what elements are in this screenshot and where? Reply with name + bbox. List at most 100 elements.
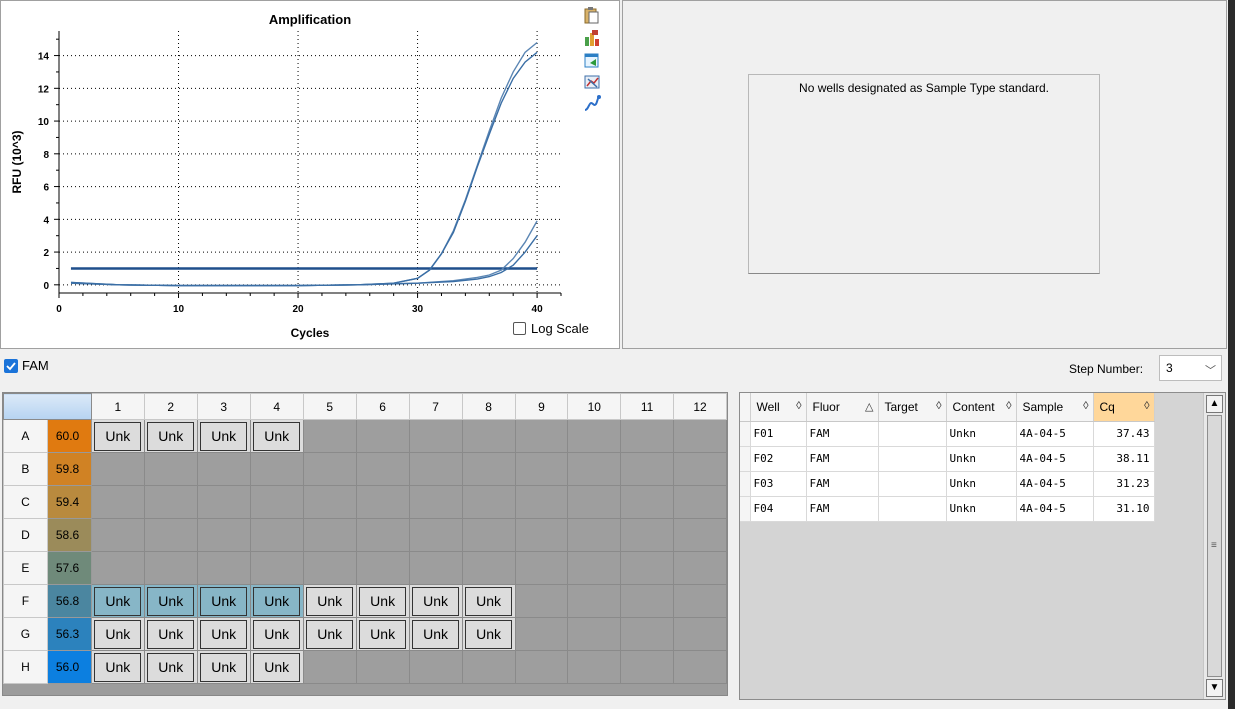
- plate-row-header[interactable]: D: [3, 518, 48, 552]
- plate-well[interactable]: [673, 452, 727, 486]
- amplification-curve[interactable]: [70, 220, 538, 287]
- plate-well[interactable]: Unk: [143, 617, 198, 651]
- table-row[interactable]: F04 FAM Unkn 4A-04-5 31.10: [740, 496, 1155, 522]
- plate-well[interactable]: [461, 452, 516, 486]
- plate-well[interactable]: Unk: [90, 419, 145, 453]
- sort-icon[interactable]: △: [865, 400, 873, 413]
- plate-well[interactable]: [302, 551, 357, 585]
- sort-icon[interactable]: ◊: [936, 400, 941, 412]
- plate-well[interactable]: [143, 485, 198, 519]
- plate-well[interactable]: [302, 485, 357, 519]
- plate-column-header[interactable]: 2: [143, 393, 198, 420]
- plate-well[interactable]: [620, 551, 675, 585]
- plate-well[interactable]: [461, 650, 516, 684]
- plate-well[interactable]: Unk: [461, 584, 516, 618]
- plate-well[interactable]: Unk: [196, 650, 251, 684]
- table-row[interactable]: F02 FAM Unkn 4A-04-5 38.11: [740, 446, 1155, 472]
- plate-well[interactable]: [143, 518, 198, 552]
- plate-well[interactable]: [408, 518, 463, 552]
- plate-row-header[interactable]: H: [3, 650, 48, 684]
- plate-well[interactable]: Unk: [249, 650, 304, 684]
- plate-well[interactable]: [90, 452, 145, 486]
- plate-well[interactable]: [514, 617, 569, 651]
- plate-well[interactable]: [673, 551, 727, 585]
- plate-well[interactable]: [567, 485, 622, 519]
- plate-well[interactable]: Unk: [355, 584, 410, 618]
- row-selector[interactable]: [740, 446, 751, 472]
- plate-well[interactable]: [673, 650, 727, 684]
- plate-column-header[interactable]: 9: [514, 393, 569, 420]
- log-scale-box[interactable]: [513, 322, 526, 335]
- table-row[interactable]: F01 FAM Unkn 4A-04-5 37.43: [740, 421, 1155, 447]
- row-selector[interactable]: [740, 471, 751, 497]
- results-column-header[interactable]: Fluor △: [806, 393, 879, 422]
- plate-well[interactable]: [567, 419, 622, 453]
- scroll-up-icon[interactable]: ▲: [1206, 395, 1223, 413]
- plate-well[interactable]: [408, 419, 463, 453]
- export-data-icon[interactable]: [581, 49, 603, 71]
- plate-well[interactable]: [302, 650, 357, 684]
- amplification-curve[interactable]: [70, 51, 538, 287]
- plate-well[interactable]: [673, 617, 727, 651]
- plate-well[interactable]: [408, 650, 463, 684]
- plate-well[interactable]: [673, 518, 727, 552]
- plate-well[interactable]: [567, 518, 622, 552]
- log-scale-checkbox[interactable]: Log Scale: [513, 321, 589, 336]
- results-column-header[interactable]: Well ◊: [750, 393, 807, 422]
- plate-well[interactable]: Unk: [408, 584, 463, 618]
- plate-well[interactable]: [249, 452, 304, 486]
- plate-column-header[interactable]: 4: [249, 393, 304, 420]
- plate-well[interactable]: [90, 518, 145, 552]
- plate-well[interactable]: [514, 584, 569, 618]
- plate-well[interactable]: Unk: [143, 419, 198, 453]
- plate-column-header[interactable]: 12: [673, 393, 727, 420]
- plate-column-header[interactable]: 7: [408, 393, 463, 420]
- plate-column-header[interactable]: 11: [620, 393, 675, 420]
- plate-well[interactable]: [567, 452, 622, 486]
- plate-well[interactable]: [620, 485, 675, 519]
- plate-well[interactable]: [461, 551, 516, 585]
- plate-well[interactable]: [620, 518, 675, 552]
- amplification-curve[interactable]: [70, 41, 538, 287]
- step-number-select[interactable]: 3 ﹀: [1159, 355, 1222, 381]
- plate-well[interactable]: Unk: [196, 617, 251, 651]
- plate-well[interactable]: [514, 551, 569, 585]
- plate-well[interactable]: Unk: [355, 617, 410, 651]
- copy-icon[interactable]: [581, 5, 603, 27]
- sort-icon[interactable]: ◊: [1144, 400, 1149, 412]
- plate-row-header[interactable]: C: [3, 485, 48, 519]
- plate-well[interactable]: Unk: [90, 650, 145, 684]
- row-selector[interactable]: [740, 421, 751, 447]
- plate-well[interactable]: [196, 485, 251, 519]
- scroll-thumb[interactable]: ≡: [1207, 415, 1222, 677]
- results-column-header[interactable]: Sample ◊: [1016, 393, 1094, 422]
- plate-well[interactable]: [143, 452, 198, 486]
- plate-well[interactable]: [514, 650, 569, 684]
- plate-well[interactable]: [302, 452, 357, 486]
- plate-well[interactable]: [567, 650, 622, 684]
- plate-row-header[interactable]: B: [3, 452, 48, 486]
- plate-well[interactable]: [355, 452, 410, 486]
- vertical-scrollbar[interactable]: ▲ ≡ ▼: [1203, 393, 1225, 699]
- plate-well[interactable]: Unk: [90, 617, 145, 651]
- plate-well[interactable]: [408, 485, 463, 519]
- plate-column-header[interactable]: 5: [302, 393, 357, 420]
- plate-row-header[interactable]: E: [3, 551, 48, 585]
- plate-column-header[interactable]: 8: [461, 393, 516, 420]
- plate-well[interactable]: [408, 452, 463, 486]
- plate-well[interactable]: Unk: [302, 617, 357, 651]
- plate-well[interactable]: [620, 584, 675, 618]
- plate-well[interactable]: [90, 485, 145, 519]
- plate-well[interactable]: Unk: [461, 617, 516, 651]
- plate-well[interactable]: Unk: [143, 584, 198, 618]
- chevron-down-icon[interactable]: ﹀: [1205, 362, 1216, 378]
- amplification-chart[interactable]: Amplification 0 10 20 30 40 0 2 4 6 8 10 12 14 Cycles R…: [1, 1, 621, 350]
- plate-well[interactable]: [514, 518, 569, 552]
- plate-well[interactable]: [249, 485, 304, 519]
- plate-well[interactable]: [90, 551, 145, 585]
- plate-well[interactable]: Unk: [302, 584, 357, 618]
- plate-well[interactable]: [461, 518, 516, 552]
- plate-row-header[interactable]: A: [3, 419, 48, 453]
- plate-well[interactable]: [355, 551, 410, 585]
- plate-well[interactable]: Unk: [196, 584, 251, 618]
